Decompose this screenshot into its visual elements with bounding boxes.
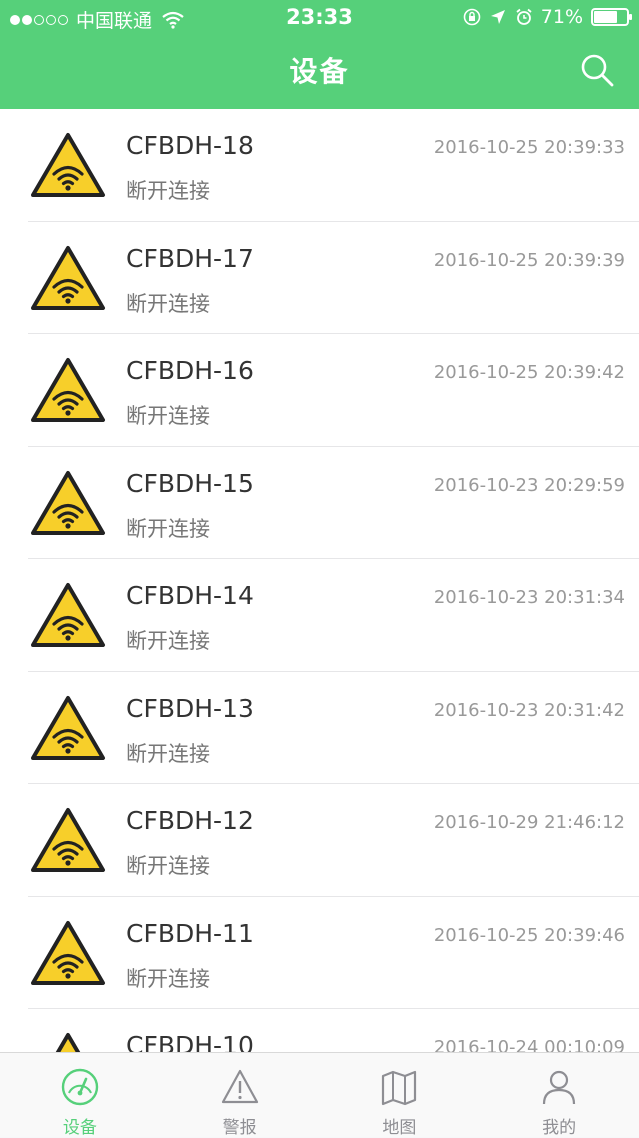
wifi-warning-icon <box>31 245 105 310</box>
tab-bar: 设备 警报 地图 我的 <box>0 1052 639 1138</box>
device-timestamp: 2016-10-25 20:39:33 <box>433 137 625 158</box>
device-name: CFBDH-11 <box>126 918 254 948</box>
search-icon[interactable] <box>579 52 615 88</box>
wifi-warning-icon <box>31 583 105 647</box>
device-list[interactable]: CFBDH-18 断开连接 2016-10-25 20:39:33 CFBDH-17 断… <box>0 109 639 1052</box>
device-timestamp: 2016-10-25 20:39:39 <box>433 249 625 271</box>
wifi-warning-icon <box>55 1033 81 1052</box>
warning-icon <box>221 1069 258 1104</box>
tab-label: 地图 <box>382 1118 417 1138</box>
device-row[interactable]: CFBDH-12 断开连接 2016-10-29 21:46:12 <box>0 784 639 897</box>
device-name: CFBDH-15 <box>126 468 254 498</box>
battery-percent: 71% <box>540 6 583 28</box>
rotation-lock-icon <box>463 8 481 26</box>
device-status: 断开连接 <box>126 629 210 653</box>
tab-label: 警报 <box>222 1118 257 1138</box>
device-name: CFBDH-13 <box>126 693 254 723</box>
battery-fill <box>594 11 617 23</box>
device-row[interactable]: CFBDH-15 断开连接 2016-10-23 20:29:59 <box>0 446 639 559</box>
gauge-icon <box>61 1068 99 1106</box>
device-row[interactable]: CFBDH-10 2016-10-24 00:10:09 <box>0 1009 639 1052</box>
status-right: 71% <box>463 6 632 28</box>
device-status: 断开连接 <box>126 179 210 203</box>
device-timestamp: 2016-10-23 20:31:34 <box>433 587 625 608</box>
tab-gauge[interactable]: 设备 <box>0 1053 160 1138</box>
wifi-warning-icon <box>31 808 105 872</box>
user-icon <box>543 1070 576 1105</box>
device-name: CFBDH-10 <box>126 1031 254 1052</box>
device-timestamp: 2016-10-25 20:39:46 <box>433 924 625 946</box>
device-status: 断开连接 <box>126 741 210 766</box>
device-row[interactable]: CFBDH-16 断开连接 2016-10-25 20:39:42 <box>0 334 639 447</box>
wifi-warning-icon <box>31 133 105 197</box>
device-status: 断开连接 <box>126 854 210 878</box>
device-timestamp: 2016-10-25 20:39:42 <box>433 362 625 383</box>
device-status: 断开连接 <box>126 404 210 428</box>
device-row[interactable]: CFBDH-11 断开连接 2016-10-25 20:39:46 <box>0 896 639 1009</box>
device-timestamp: 2016-10-23 20:31:42 <box>433 699 625 721</box>
tab-label: 设备 <box>62 1118 97 1138</box>
device-status: 断开连接 <box>126 516 210 541</box>
tab-warning[interactable]: 警报 <box>160 1053 320 1138</box>
tab-user[interactable]: 我的 <box>479 1053 639 1138</box>
location-arrow-icon <box>490 10 505 24</box>
tab-map[interactable]: 地图 <box>320 1053 480 1138</box>
device-timestamp: 2016-10-23 20:29:59 <box>433 474 625 496</box>
wifi-warning-icon <box>31 920 105 985</box>
device-row[interactable]: CFBDH-13 断开连接 2016-10-23 20:31:42 <box>0 671 639 784</box>
device-row[interactable]: CFBDH-14 断开连接 2016-10-23 20:31:34 <box>0 559 639 672</box>
status-bar: 中国联通 23:33 71% <box>0 0 639 36</box>
wifi-warning-icon <box>31 695 105 760</box>
device-status: 断开连接 <box>126 291 210 316</box>
device-status: 断开连接 <box>126 966 210 991</box>
device-name: CFBDH-14 <box>126 581 254 610</box>
wifi-warning-icon <box>31 470 105 535</box>
device-timestamp: 2016-10-24 00:10:09 <box>433 1037 625 1052</box>
device-name: CFBDH-12 <box>126 806 254 835</box>
device-row[interactable]: CFBDH-18 断开连接 2016-10-25 20:39:33 <box>0 109 639 222</box>
battery-icon <box>591 8 632 26</box>
device-name: CFBDH-17 <box>126 243 254 273</box>
wifi-warning-icon <box>31 358 105 422</box>
device-name: CFBDH-18 <box>126 131 254 160</box>
device-timestamp: 2016-10-29 21:46:12 <box>433 812 625 833</box>
tab-label: 我的 <box>542 1118 577 1138</box>
page-title: 设备 <box>289 55 350 88</box>
device-row[interactable]: CFBDH-17 断开连接 2016-10-25 20:39:39 <box>0 221 639 334</box>
map-icon <box>382 1070 417 1106</box>
device-name: CFBDH-16 <box>126 356 254 385</box>
header: 中国联通 23:33 71% 设备 <box>0 0 639 109</box>
alarm-clock-icon <box>516 8 532 25</box>
